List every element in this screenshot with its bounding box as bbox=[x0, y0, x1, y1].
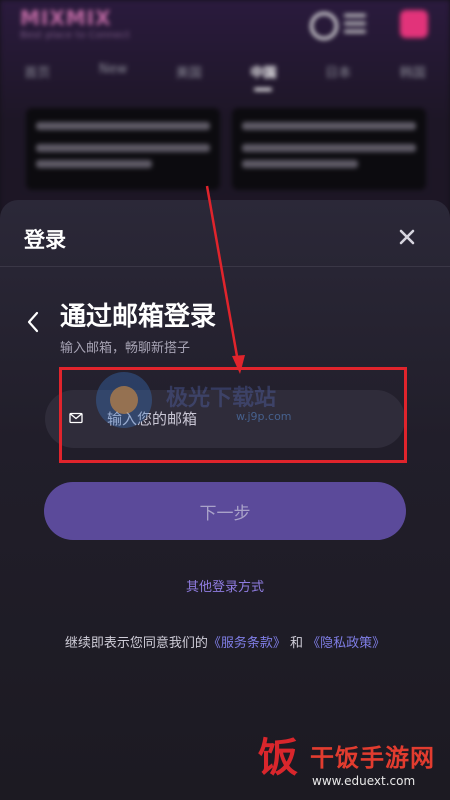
sheet-title: 登录 bbox=[24, 228, 66, 252]
background-tabs: 首页 New 美国 中国 日本 韩国 bbox=[0, 62, 450, 86]
tab-china: 中国 bbox=[250, 66, 277, 81]
tab-korea: 韩国 bbox=[399, 66, 426, 81]
menu-icon bbox=[344, 14, 366, 34]
privacy-policy-link[interactable]: 《隐私政策》 bbox=[307, 636, 385, 651]
terms-prefix: 继续即表示您同意我们的 bbox=[64, 636, 208, 651]
background-header: MIXMIX Best place to Connect bbox=[0, 0, 450, 110]
login-subheading: 输入邮箱，畅聊新搭子 bbox=[60, 341, 191, 356]
terms-text: 继续即表示您同意我们的《服务条款》 和 《隐私政策》 bbox=[0, 632, 450, 651]
background-card bbox=[232, 108, 426, 190]
terms-and: 和 bbox=[285, 636, 308, 651]
app-slogan: Best place to Connect bbox=[20, 30, 130, 41]
next-step-button[interactable]: 下一步 bbox=[44, 482, 406, 540]
active-tab-indicator bbox=[254, 88, 272, 91]
background-card bbox=[26, 108, 220, 190]
login-sheet: 登录 通过邮箱登录 输入邮箱，畅聊新搭子 下一步 其他登录方式 继续即表示您同意… bbox=[0, 200, 450, 800]
chevron-left-icon bbox=[27, 311, 39, 333]
other-login-link[interactable]: 其他登录方式 bbox=[0, 576, 450, 595]
tab-new: New bbox=[98, 62, 128, 77]
tab-home: 首页 bbox=[24, 66, 51, 81]
close-icon bbox=[399, 229, 415, 245]
tab-us: 美国 bbox=[175, 66, 202, 81]
terms-of-service-link[interactable]: 《服务条款》 bbox=[208, 636, 286, 651]
login-heading: 通过邮箱登录 bbox=[60, 302, 217, 332]
app-logo: MIXMIX bbox=[20, 6, 112, 30]
search-icon bbox=[310, 12, 338, 40]
tab-japan: 日本 bbox=[325, 66, 352, 81]
gift-icon bbox=[400, 10, 428, 38]
back-button[interactable] bbox=[22, 308, 46, 336]
close-button[interactable] bbox=[394, 224, 420, 250]
annotation-highlight-box bbox=[59, 367, 407, 463]
sheet-header: 登录 bbox=[0, 200, 450, 267]
